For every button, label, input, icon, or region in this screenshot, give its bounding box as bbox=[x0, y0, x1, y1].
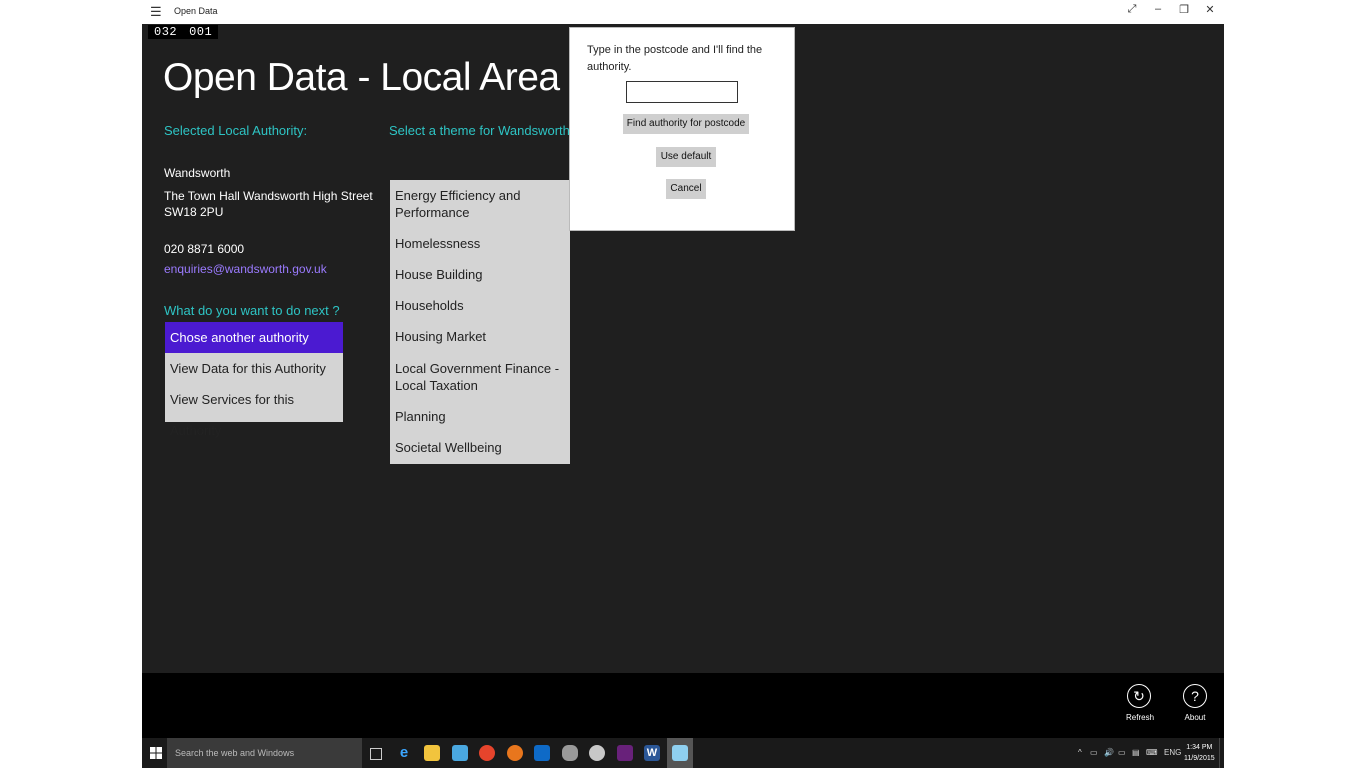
theme-item-homelessness[interactable]: Homelessness bbox=[395, 235, 567, 252]
show-desktop-divider[interactable] bbox=[1219, 738, 1220, 768]
refresh-button[interactable]: ↻ Refresh bbox=[1126, 684, 1155, 722]
word-icon[interactable]: W bbox=[644, 745, 660, 761]
counter-b: 001 bbox=[189, 25, 213, 39]
action-view-services[interactable]: View Services for this Authority bbox=[165, 384, 343, 438]
counter-a: 032 bbox=[154, 25, 178, 39]
help-icon: ? bbox=[1183, 684, 1207, 708]
store-icon[interactable] bbox=[452, 745, 468, 761]
frame-counter: 032 001 bbox=[148, 25, 219, 39]
firefox-icon[interactable] bbox=[507, 745, 523, 761]
language-indicator[interactable]: ENG bbox=[1164, 738, 1181, 768]
refresh-label: Refresh bbox=[1126, 713, 1155, 722]
tray-chevron-icon[interactable]: ^ bbox=[1078, 738, 1082, 768]
edge-browser-icon[interactable]: e bbox=[396, 745, 412, 761]
theme-list: Energy Efficiency and Performance Homele… bbox=[390, 180, 570, 464]
close-button[interactable]: ✕ bbox=[1202, 3, 1218, 16]
authority-address-line2: SW18 2PU bbox=[164, 205, 224, 219]
chrome-icon[interactable] bbox=[479, 745, 495, 761]
outlook-icon[interactable] bbox=[534, 745, 550, 761]
app-bar: ↻ Refresh ? About bbox=[142, 673, 1224, 738]
find-authority-button[interactable]: Find authority for postcode bbox=[623, 114, 749, 134]
theme-item-house-building[interactable]: House Building bbox=[395, 266, 567, 283]
theme-item-households[interactable]: Households bbox=[395, 297, 567, 314]
restore-button[interactable]: ❐ bbox=[1176, 3, 1192, 16]
theme-item-housing-market[interactable]: Housing Market bbox=[395, 328, 567, 345]
taskbar-clock[interactable]: 1:34 PM 11/9/2015 bbox=[1184, 742, 1215, 764]
visual-studio-icon[interactable] bbox=[617, 745, 633, 761]
clock-date: 11/9/2015 bbox=[1184, 755, 1215, 762]
about-label: About bbox=[1184, 713, 1206, 722]
next-action-list: Chose another authority View Data for th… bbox=[165, 322, 343, 438]
theme-item-planning[interactable]: Planning bbox=[395, 408, 567, 425]
action-center-icon[interactable]: ▤ bbox=[1132, 738, 1140, 768]
postcode-input[interactable] bbox=[626, 81, 738, 103]
file-explorer-icon[interactable] bbox=[424, 745, 440, 761]
active-app-highlight[interactable] bbox=[667, 738, 693, 768]
theme-item-local-government-finance[interactable]: Local Government Finance - Local Taxatio… bbox=[395, 360, 567, 394]
task-view-icon[interactable] bbox=[370, 748, 382, 760]
hamburger-menu-icon[interactable]: ☰ bbox=[150, 4, 162, 20]
clock-time: 1:34 PM bbox=[1186, 744, 1213, 751]
fullscreen-button[interactable]: ⤢ bbox=[1124, 3, 1140, 16]
windows-logo-icon bbox=[150, 747, 162, 759]
theme-select-label: Select a theme for Wandsworth : bbox=[389, 123, 578, 138]
window-title: Open Data bbox=[174, 6, 218, 16]
keyboard-icon[interactable]: ⌨ bbox=[1146, 738, 1158, 768]
title-bar: ☰ Open Data ⤢ – ❐ ✕ bbox=[142, 0, 1224, 24]
volume-icon[interactable]: 🔊 bbox=[1104, 738, 1114, 768]
tray-device-icon[interactable]: ▭ bbox=[1118, 738, 1126, 768]
cancel-button[interactable]: Cancel bbox=[666, 179, 706, 199]
authority-address-line1: The Town Hall Wandsworth High Street bbox=[164, 189, 373, 203]
use-default-button[interactable]: Use default bbox=[656, 147, 716, 167]
tray-network-icon[interactable]: ▭ bbox=[1090, 738, 1098, 768]
taskbar: Search the web and Windows e W ^ ▭ 🔊 ▭ ▤… bbox=[142, 738, 1224, 768]
windows-start-button[interactable] bbox=[150, 746, 162, 764]
about-button[interactable]: ? About bbox=[1182, 684, 1208, 722]
next-action-label: What do you want to do next ? bbox=[164, 303, 340, 318]
dialog-prompt: Type in the postcode and I'll find the a… bbox=[587, 44, 763, 73]
postcode-dialog: Type in the postcode and I'll find the a… bbox=[569, 27, 795, 231]
authority-phone: 020 8871 6000 bbox=[164, 242, 245, 256]
authority-name: Wandsworth bbox=[164, 166, 231, 180]
action-choose-another-authority[interactable]: Chose another authority bbox=[165, 322, 343, 353]
selected-authority-label: Selected Local Authority: bbox=[164, 123, 308, 138]
sql-tool-icon[interactable] bbox=[589, 745, 605, 761]
action-view-data[interactable]: View Data for this Authority bbox=[165, 353, 343, 384]
taskbar-search-box[interactable]: Search the web and Windows bbox=[167, 738, 362, 768]
database-icon[interactable] bbox=[562, 745, 578, 761]
minimize-button[interactable]: – bbox=[1150, 3, 1166, 15]
refresh-icon: ↻ bbox=[1127, 684, 1151, 708]
open-data-app-icon bbox=[672, 745, 688, 761]
authority-email-link[interactable]: enquiries@wandsworth.gov.uk bbox=[164, 261, 327, 277]
theme-item-energy-efficiency[interactable]: Energy Efficiency and Performance bbox=[395, 187, 567, 221]
theme-item-societal-wellbeing[interactable]: Societal Wellbeing bbox=[395, 439, 567, 456]
